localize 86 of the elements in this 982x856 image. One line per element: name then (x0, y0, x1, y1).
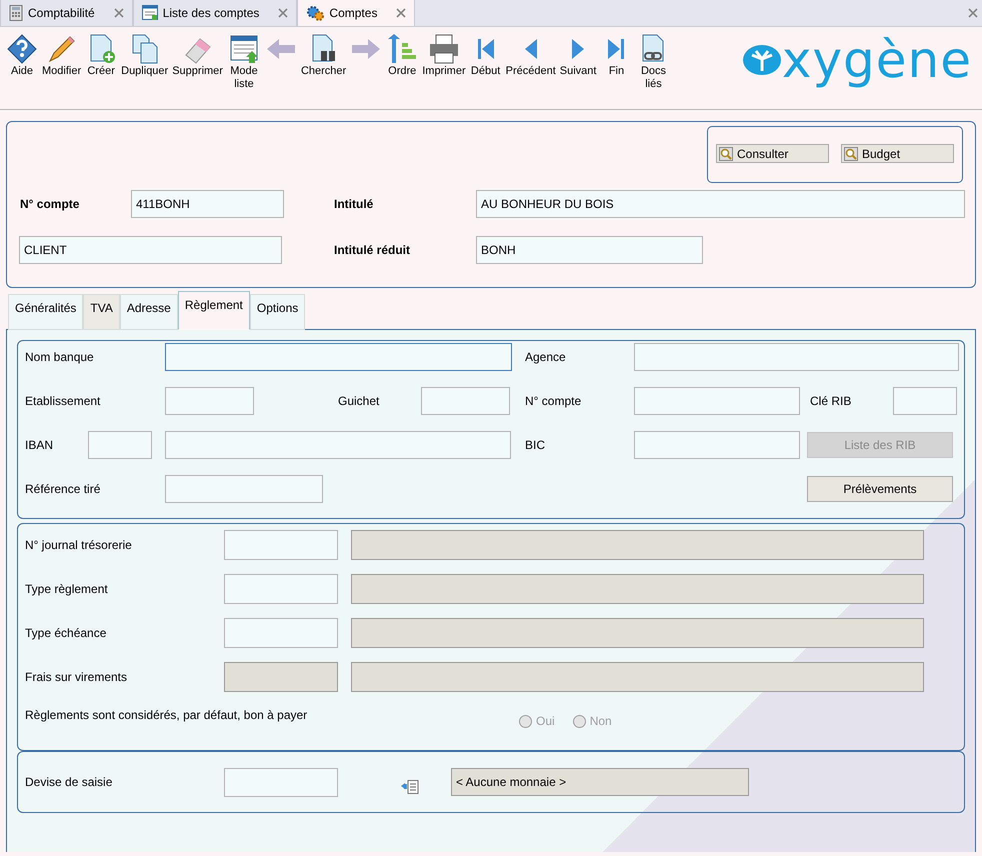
input-field[interactable] (224, 530, 338, 560)
tab-label: Comptabilité (28, 5, 95, 22)
input-field[interactable] (634, 343, 959, 371)
field-label: Règlements sont considérés, par défaut, bon à payer (25, 707, 308, 724)
input-field[interactable] (421, 387, 510, 415)
input-field[interactable] (351, 574, 924, 604)
toolbar-button[interactable]: Ordre (384, 33, 420, 78)
tab-label: Comptes (329, 4, 378, 22)
field-label: Guichet (338, 393, 380, 410)
field-label: Intitulé (334, 196, 374, 213)
field-label: IBAN (25, 437, 54, 454)
form-button[interactable]: Prélèvements (807, 476, 953, 502)
magnifier-icon (844, 146, 858, 160)
toolbar-button[interactable]: Fin (598, 33, 634, 78)
field-label: Frais sur virements (25, 669, 128, 686)
toolbar-button[interactable]: Imprimer (420, 33, 468, 78)
list-window-icon (142, 5, 158, 21)
field-label: N° compte (525, 393, 582, 410)
gears-icon (306, 4, 324, 20)
input-field[interactable]: AU BONHEUR DU BOIS (476, 190, 965, 218)
input-field[interactable] (165, 387, 254, 415)
field-label: BIC (525, 437, 546, 454)
close-icon[interactable] (396, 8, 406, 18)
toolbar-button[interactable]: Début (468, 33, 504, 78)
input-field[interactable] (165, 343, 512, 371)
toolbar-button[interactable]: Modifier (40, 33, 84, 78)
input-field[interactable]: BONH (476, 236, 703, 264)
input-field[interactable]: 411BONH (131, 190, 284, 218)
input-field[interactable] (351, 662, 924, 692)
toolbar-button[interactable]: Docs liés (634, 33, 672, 91)
toolbar-button[interactable]: Dupliquer (119, 33, 170, 78)
help-icon (6, 33, 38, 65)
window-tab[interactable]: Comptes (297, 0, 416, 26)
tab-label: Liste des comptes (162, 5, 260, 22)
palm-logo-icon (742, 43, 782, 77)
section-tab[interactable]: Options (250, 294, 306, 330)
input-field[interactable] (88, 431, 152, 459)
calculator-icon (9, 5, 23, 21)
input-field[interactable] (224, 662, 338, 692)
field-label: Référence tiré (25, 481, 102, 498)
field-label: Clé RIB (810, 393, 852, 410)
toolbar-button[interactable]: Précédent (504, 33, 558, 78)
input-field[interactable] (224, 618, 338, 648)
field-label: N° journal trésorerie (25, 537, 133, 554)
toolbar-button[interactable]: Chercher (298, 33, 348, 78)
input-field[interactable] (634, 431, 800, 459)
logo-text: xygène (782, 35, 972, 85)
field-label: Intitulé réduit (334, 242, 411, 259)
toolbar-button[interactable]: Supprimer (170, 33, 225, 78)
toolbar-button[interactable]: Créer (83, 33, 120, 78)
close-icon[interactable] (968, 8, 978, 18)
field-label: Etablissement (25, 393, 102, 410)
input-field[interactable] (165, 475, 323, 503)
input-field[interactable] (351, 530, 924, 560)
lookup-button[interactable]: Consulter (716, 144, 829, 163)
field-label: Devise de saisie (25, 774, 114, 791)
table-icon (228, 33, 260, 65)
lookup-button[interactable]: Budget (841, 144, 954, 163)
input-field[interactable]: < Aucune monnaie > (451, 768, 749, 796)
input-field[interactable]: CLIENT (19, 236, 282, 264)
window-tab[interactable]: Comptabilité (0, 0, 133, 26)
section-tab[interactable]: Règlement (178, 291, 250, 330)
close-icon[interactable] (278, 8, 288, 18)
input-field[interactable] (165, 431, 511, 459)
input-field[interactable] (634, 387, 800, 415)
close-icon[interactable] (114, 8, 124, 18)
field-label: Type règlement (25, 581, 109, 598)
field-label: Agence (525, 349, 567, 366)
section-tab[interactable]: Généralités (8, 294, 84, 330)
field-label: Nom banque (25, 349, 95, 366)
input-field[interactable] (224, 768, 338, 796)
toolbar-button[interactable]: Suivant (558, 33, 598, 78)
window-tab[interactable]: Liste des comptes (132, 0, 298, 26)
section-tab[interactable]: Adresse (120, 294, 178, 330)
input-field[interactable] (893, 387, 957, 415)
input-field[interactable] (351, 618, 924, 648)
field-label: N° compte (20, 196, 80, 213)
printer-icon (428, 33, 460, 65)
toolbar-button[interactable]: Mode liste (224, 33, 263, 91)
input-field[interactable] (224, 574, 338, 604)
magnifier-icon (719, 146, 733, 160)
sort-icon (386, 33, 418, 65)
field-label: Type échéance (25, 625, 108, 642)
toolbar-button[interactable]: Aide (4, 33, 40, 78)
list-picker-icon[interactable] (401, 780, 419, 794)
section-tab[interactable]: TVA (83, 294, 120, 330)
